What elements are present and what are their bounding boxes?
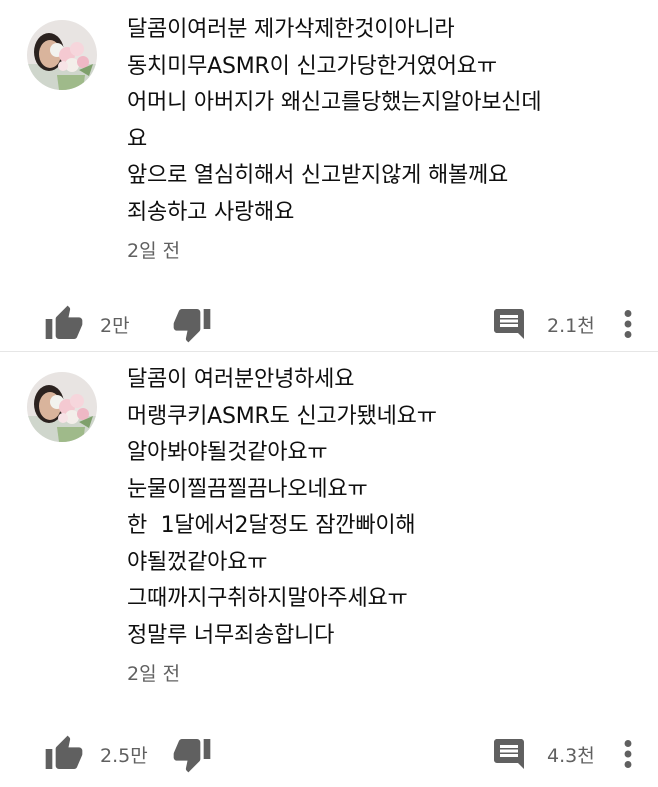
comment-line: 그때까지구취하지말아주세요ㅠ	[127, 586, 408, 611]
comment-thread: 달콤이 여러분안녕하세요 머랭쿠키ASMR도 신고가됐네요ㅠ 알아봐야될것같아요…	[0, 352, 658, 787]
thumbs-up-icon	[45, 305, 83, 339]
comment-body: 달콤이 여러분안녕하세요 머랭쿠키ASMR도 신고가됐네요ㅠ 알아봐야될것같아요…	[127, 362, 637, 687]
avatar[interactable]	[27, 20, 97, 90]
dislike-button[interactable]	[172, 732, 212, 776]
comment-line: 알아봐야될것같아요ㅠ	[127, 440, 328, 465]
comment-thread: 달콤이여러분 제가삭제한것이아니라 동치미무ASMR이 신고가당한거였어요ㅠ 어…	[0, 0, 658, 352]
avatar[interactable]	[27, 372, 97, 442]
like-button[interactable]: 2만	[44, 302, 130, 346]
reply-button[interactable]: 2.1천	[491, 302, 595, 346]
comment-line: 요	[127, 126, 148, 152]
comment-line: 머랭쿠키ASMR도 신고가됐네요ㅠ	[127, 403, 437, 429]
reply-count: 4.3천	[547, 744, 595, 767]
more-vert-icon	[624, 740, 632, 768]
like-button[interactable]: 2.5만	[44, 732, 148, 776]
comment-timestamp[interactable]: 2일 전	[127, 661, 637, 687]
comment-line: 달콤이여러분 제가삭제한것이아니라	[127, 17, 455, 42]
comment-line: 앞으로 열심히해서 신고받지않게 해볼께요	[127, 163, 509, 188]
thumbs-down-icon	[173, 739, 211, 773]
dislike-button[interactable]	[172, 302, 212, 346]
comment-line: 야될껐같아요ㅠ	[127, 549, 268, 575]
avatar-photo	[27, 372, 97, 442]
comment-icon	[494, 739, 524, 769]
reply-count: 2.1천	[547, 314, 595, 337]
comment-line: 동치미무ASMR이 신고가당한거였어요ㅠ	[127, 53, 497, 79]
more-vert-icon	[624, 310, 632, 338]
comment-timestamp[interactable]: 2일 전	[127, 238, 637, 264]
thumbs-down-icon	[173, 309, 211, 343]
thumbs-up-icon	[45, 735, 83, 769]
comment-line: 정말루 너무죄송합니다	[127, 622, 335, 648]
comment-actions: 2.5만 4.3천	[0, 732, 658, 776]
comment-line: 한 1달에서2달정도 잠깐빠이해	[127, 513, 416, 538]
comment-line: 죄송하고 사랑해요	[127, 199, 295, 225]
comment-actions: 2만 2.1천	[0, 302, 658, 346]
more-options-button[interactable]	[618, 302, 638, 346]
reply-button[interactable]: 4.3천	[491, 732, 595, 776]
like-count: 2.5만	[100, 744, 148, 767]
comment-line: 어머니 아버지가 왜신고를당했는지알아보신데	[127, 90, 542, 115]
comment-body: 달콤이여러분 제가삭제한것이아니라 동치미무ASMR이 신고가당한거였어요ㅠ 어…	[127, 12, 637, 264]
comment-icon	[494, 309, 524, 339]
comment-line: 눈물이찔끔찔끔나오네요ㅠ	[127, 476, 368, 502]
more-options-button[interactable]	[618, 732, 638, 776]
like-count: 2만	[100, 314, 130, 337]
comment-line: 달콤이 여러분안녕하세요	[127, 367, 355, 392]
avatar-photo	[27, 20, 97, 90]
